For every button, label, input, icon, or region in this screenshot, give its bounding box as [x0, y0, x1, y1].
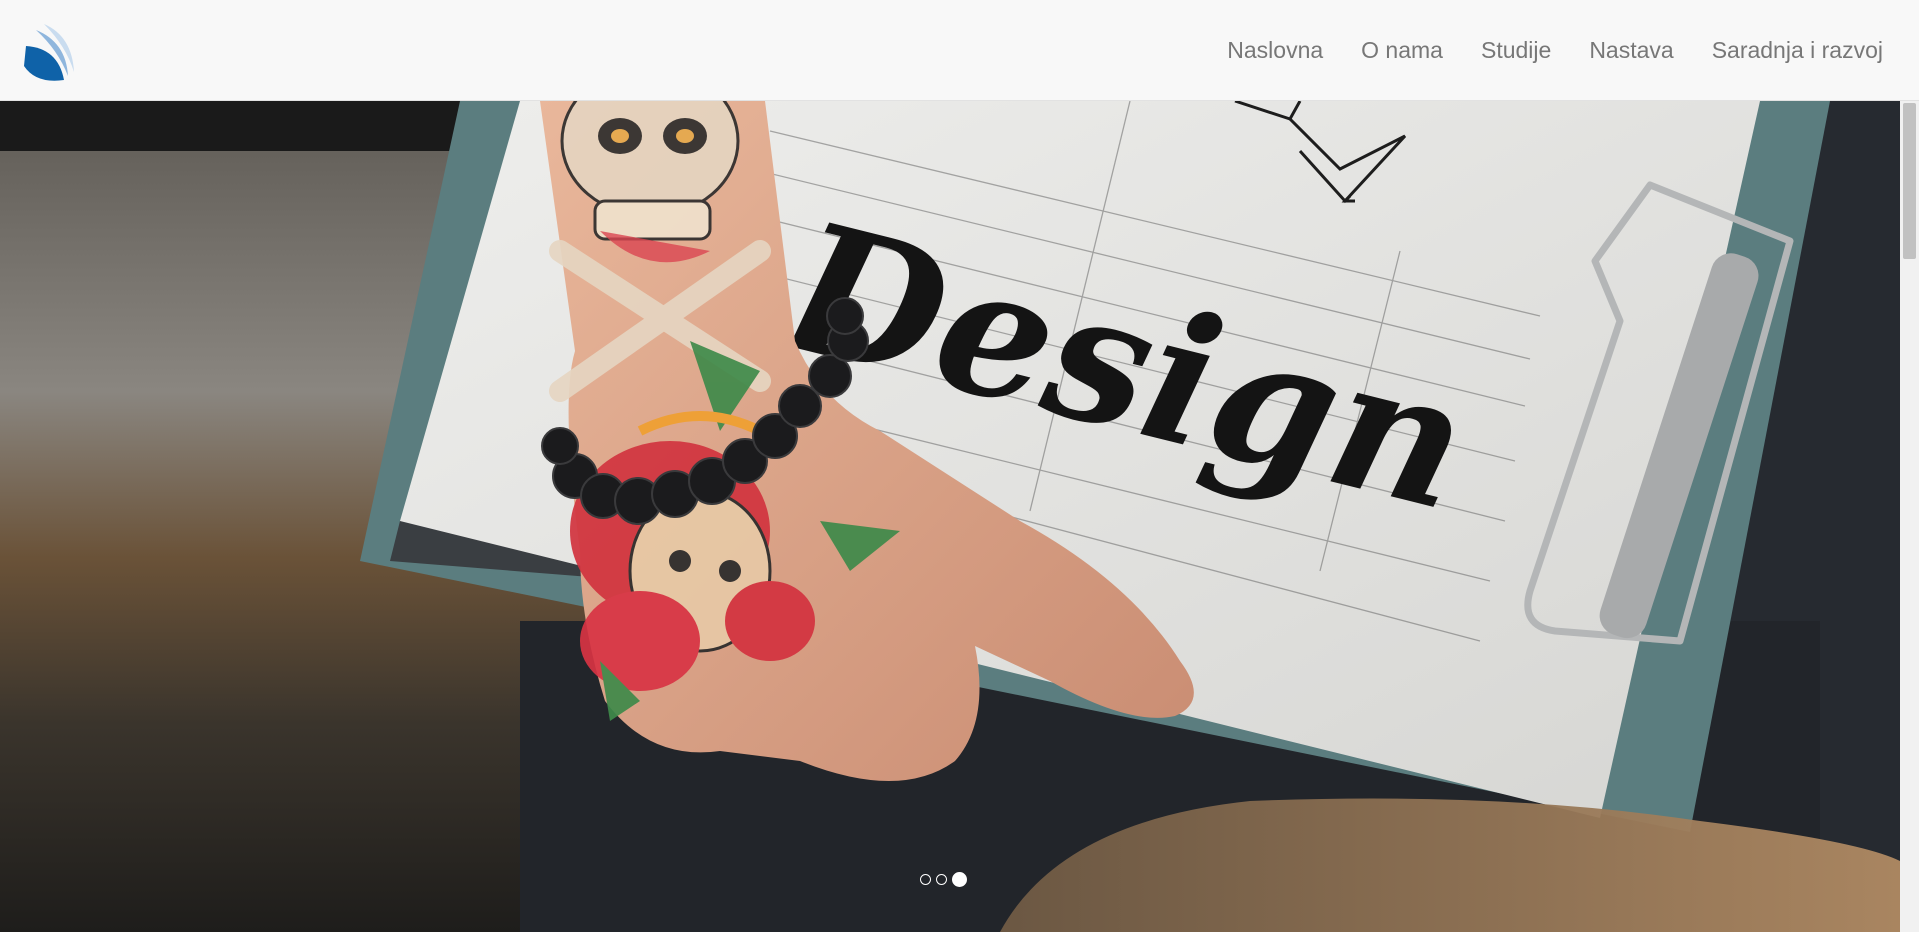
slide-indicator-2[interactable] — [936, 874, 947, 885]
slider-indicators — [920, 872, 967, 887]
nav-item-naslovna[interactable]: Naslovna — [1227, 37, 1323, 64]
nav-item-saradnja-i-razvoj[interactable]: Saradnja i razvoj — [1712, 37, 1883, 64]
main-menu: Naslovna O nama Studije Nastava Saradnja… — [1227, 0, 1883, 100]
nav-item-studije[interactable]: Studije — [1481, 37, 1551, 64]
slide-indicator-3[interactable] — [952, 872, 967, 887]
hero-slider: Design — [0, 101, 1900, 932]
logo[interactable] — [20, 20, 80, 82]
hero-image: Design — [0, 101, 1900, 932]
page-scrollbar[interactable] — [1900, 101, 1919, 932]
nav-item-o-nama[interactable]: O nama — [1361, 37, 1443, 64]
slide-indicator-1[interactable] — [920, 874, 931, 885]
nav-item-nastava[interactable]: Nastava — [1589, 37, 1673, 64]
background-top-dark — [0, 101, 460, 151]
navbar: Naslovna O nama Studije Nastava Saradnja… — [0, 0, 1919, 101]
scrollbar-thumb[interactable] — [1903, 103, 1916, 259]
